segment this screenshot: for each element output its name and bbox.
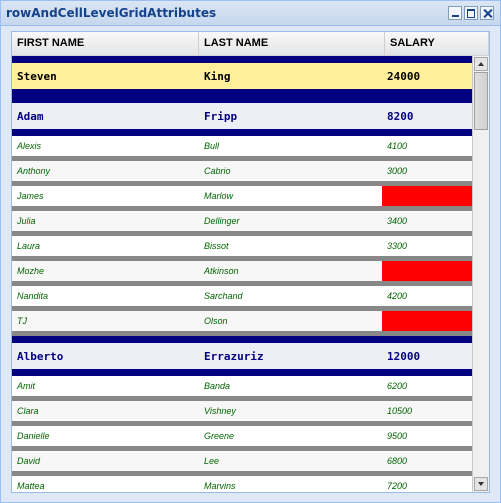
cell-last-name: Marlow: [204, 191, 234, 201]
cell-last-name: Sarchand: [204, 291, 243, 301]
group-row[interactable]: Adam Fripp 8200: [12, 96, 472, 136]
cell-salary: 8200: [387, 109, 414, 123]
cell-salary: 6800: [387, 456, 408, 466]
cell-salary: 3300: [387, 241, 408, 251]
grid-window: rowAndCellLevelGridAttributes FIRST NAME…: [0, 0, 501, 503]
grid-body: Steven King 24000 Adam Fripp 8200 Alexis Bull 41…: [12, 56, 472, 492]
cell-last-name: Vishney: [204, 406, 236, 416]
table-row[interactable]: TJ Olson 2100: [12, 311, 472, 336]
employee-grid: FIRST NAME LAST NAME SALARY Steven King 24…: [11, 31, 490, 493]
scroll-down-arrow-icon[interactable]: [474, 477, 488, 491]
window-titlebar[interactable]: rowAndCellLevelGridAttributes: [1, 1, 500, 26]
cell-first-name: David: [17, 456, 41, 466]
cell-salary: 6200: [387, 381, 408, 391]
cell-first-name: Julia: [17, 216, 36, 226]
cell-salary: 3000: [387, 166, 408, 176]
cell-first-name: Alexis: [17, 141, 42, 151]
cell-first-name: Alberto: [17, 349, 64, 363]
table-row[interactable]: Laura Bissot 3300: [12, 236, 472, 261]
cell-salary: 3400: [387, 216, 408, 226]
cell-last-name: Fripp: [204, 109, 238, 123]
cell-salary: 4200: [387, 291, 408, 301]
grid-header: FIRST NAME LAST NAME SALARY: [12, 32, 489, 56]
cell-first-name: Mattea: [17, 481, 45, 491]
cell-last-name: Greene: [204, 431, 235, 441]
column-header-last-name[interactable]: LAST NAME: [199, 32, 385, 55]
table-row[interactable]: Clara Vishney 10500: [12, 401, 472, 426]
table-row[interactable]: Danielle Greene 9500: [12, 426, 472, 451]
vertical-scrollbar[interactable]: [472, 56, 489, 492]
cell-salary: 7200: [387, 481, 408, 491]
cell-last-name: Banda: [204, 381, 231, 391]
group-row[interactable]: Alberto Errazuriz 12000: [12, 336, 472, 376]
cell-first-name: Amit: [17, 381, 35, 391]
column-header-salary[interactable]: SALARY: [385, 32, 489, 55]
cell-salary: 4100: [387, 141, 408, 151]
table-row[interactable]: James Marlow 2500: [12, 186, 472, 211]
table-row[interactable]: Mozhe Atkinson 2800: [12, 261, 472, 286]
cell-salary: 12000: [387, 349, 421, 363]
cell-first-name: James: [17, 191, 44, 201]
cell-last-name: King: [204, 69, 231, 83]
table-row[interactable]: Mattea Marvins 7200: [12, 476, 472, 492]
column-header-first-name[interactable]: FIRST NAME: [12, 32, 199, 55]
cell-last-name: Bull: [204, 141, 220, 151]
cell-first-name: Steven: [17, 69, 57, 83]
cell-first-name: Danielle: [17, 431, 50, 441]
cell-salary: 2100: [382, 311, 472, 331]
maximize-icon[interactable]: [464, 6, 478, 20]
cell-first-name: TJ: [17, 316, 27, 326]
cell-last-name: Marvins: [204, 481, 236, 491]
cell-salary: 10500: [387, 406, 413, 416]
close-icon[interactable]: [480, 6, 494, 20]
table-row[interactable]: Amit Banda 6200: [12, 376, 472, 401]
cell-last-name: Errazuriz: [204, 349, 264, 363]
cell-last-name: Olson: [204, 316, 228, 326]
table-row[interactable]: Julia Dellinger 3400: [12, 211, 472, 236]
cell-last-name: Cabrio: [204, 166, 231, 176]
cell-salary: 9500: [387, 431, 408, 441]
scrollbar-thumb[interactable]: [474, 72, 488, 130]
cell-first-name: Mozhe: [17, 266, 45, 276]
cell-first-name: Nandita: [17, 291, 49, 301]
table-row[interactable]: Nandita Sarchand 4200: [12, 286, 472, 311]
cell-first-name: Anthony: [17, 166, 51, 176]
minimize-icon[interactable]: [448, 6, 462, 20]
cell-salary: 2500: [382, 186, 472, 206]
cell-first-name: Adam: [17, 109, 44, 123]
table-row[interactable]: Alexis Bull 4100: [12, 136, 472, 161]
table-row[interactable]: Anthony Cabrio 3000: [12, 161, 472, 186]
cell-salary: 2800: [382, 261, 472, 281]
table-row[interactable]: David Lee 6800: [12, 451, 472, 476]
scroll-up-arrow-icon[interactable]: [474, 57, 488, 71]
cell-first-name: Laura: [17, 241, 41, 251]
cell-last-name: Atkinson: [204, 266, 239, 276]
window-title: rowAndCellLevelGridAttributes: [6, 6, 217, 20]
cell-salary: 24000: [387, 69, 421, 83]
cell-last-name: Lee: [204, 456, 220, 466]
cell-last-name: Bissot: [204, 241, 229, 251]
cell-last-name: Dellinger: [204, 216, 240, 226]
group-row[interactable]: Steven King 24000: [12, 56, 472, 96]
cell-first-name: Clara: [17, 406, 39, 416]
